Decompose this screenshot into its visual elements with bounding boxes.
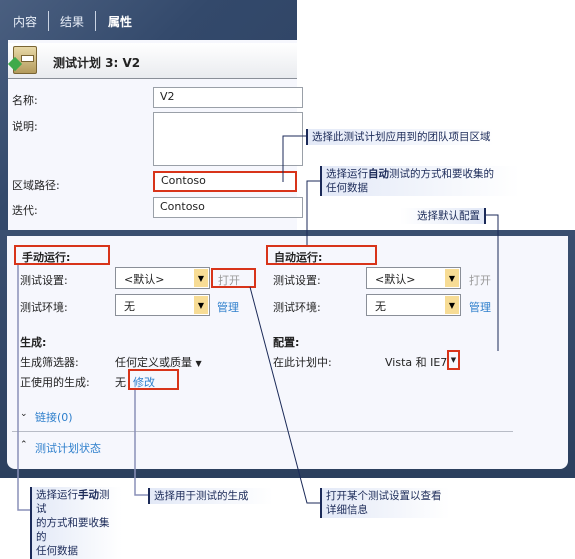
callout-build: 选择用于测试的生成 <box>148 488 273 504</box>
callout-automated: 选择运行自动测试的方式和要收集的 任何数据 <box>320 166 520 196</box>
callout-connectors <box>17 135 499 511</box>
callout-area-path: 选择此测试计划应用到的团队项目区域 <box>306 129 495 145</box>
callout-config: 选择默认配置 <box>400 208 486 224</box>
callout-manual: 选择运行手动测试 的方式和要收集的 任何数据 <box>30 487 122 559</box>
callout-open-settings: 打开某个测试设置以查看 详细信息 <box>320 488 450 518</box>
